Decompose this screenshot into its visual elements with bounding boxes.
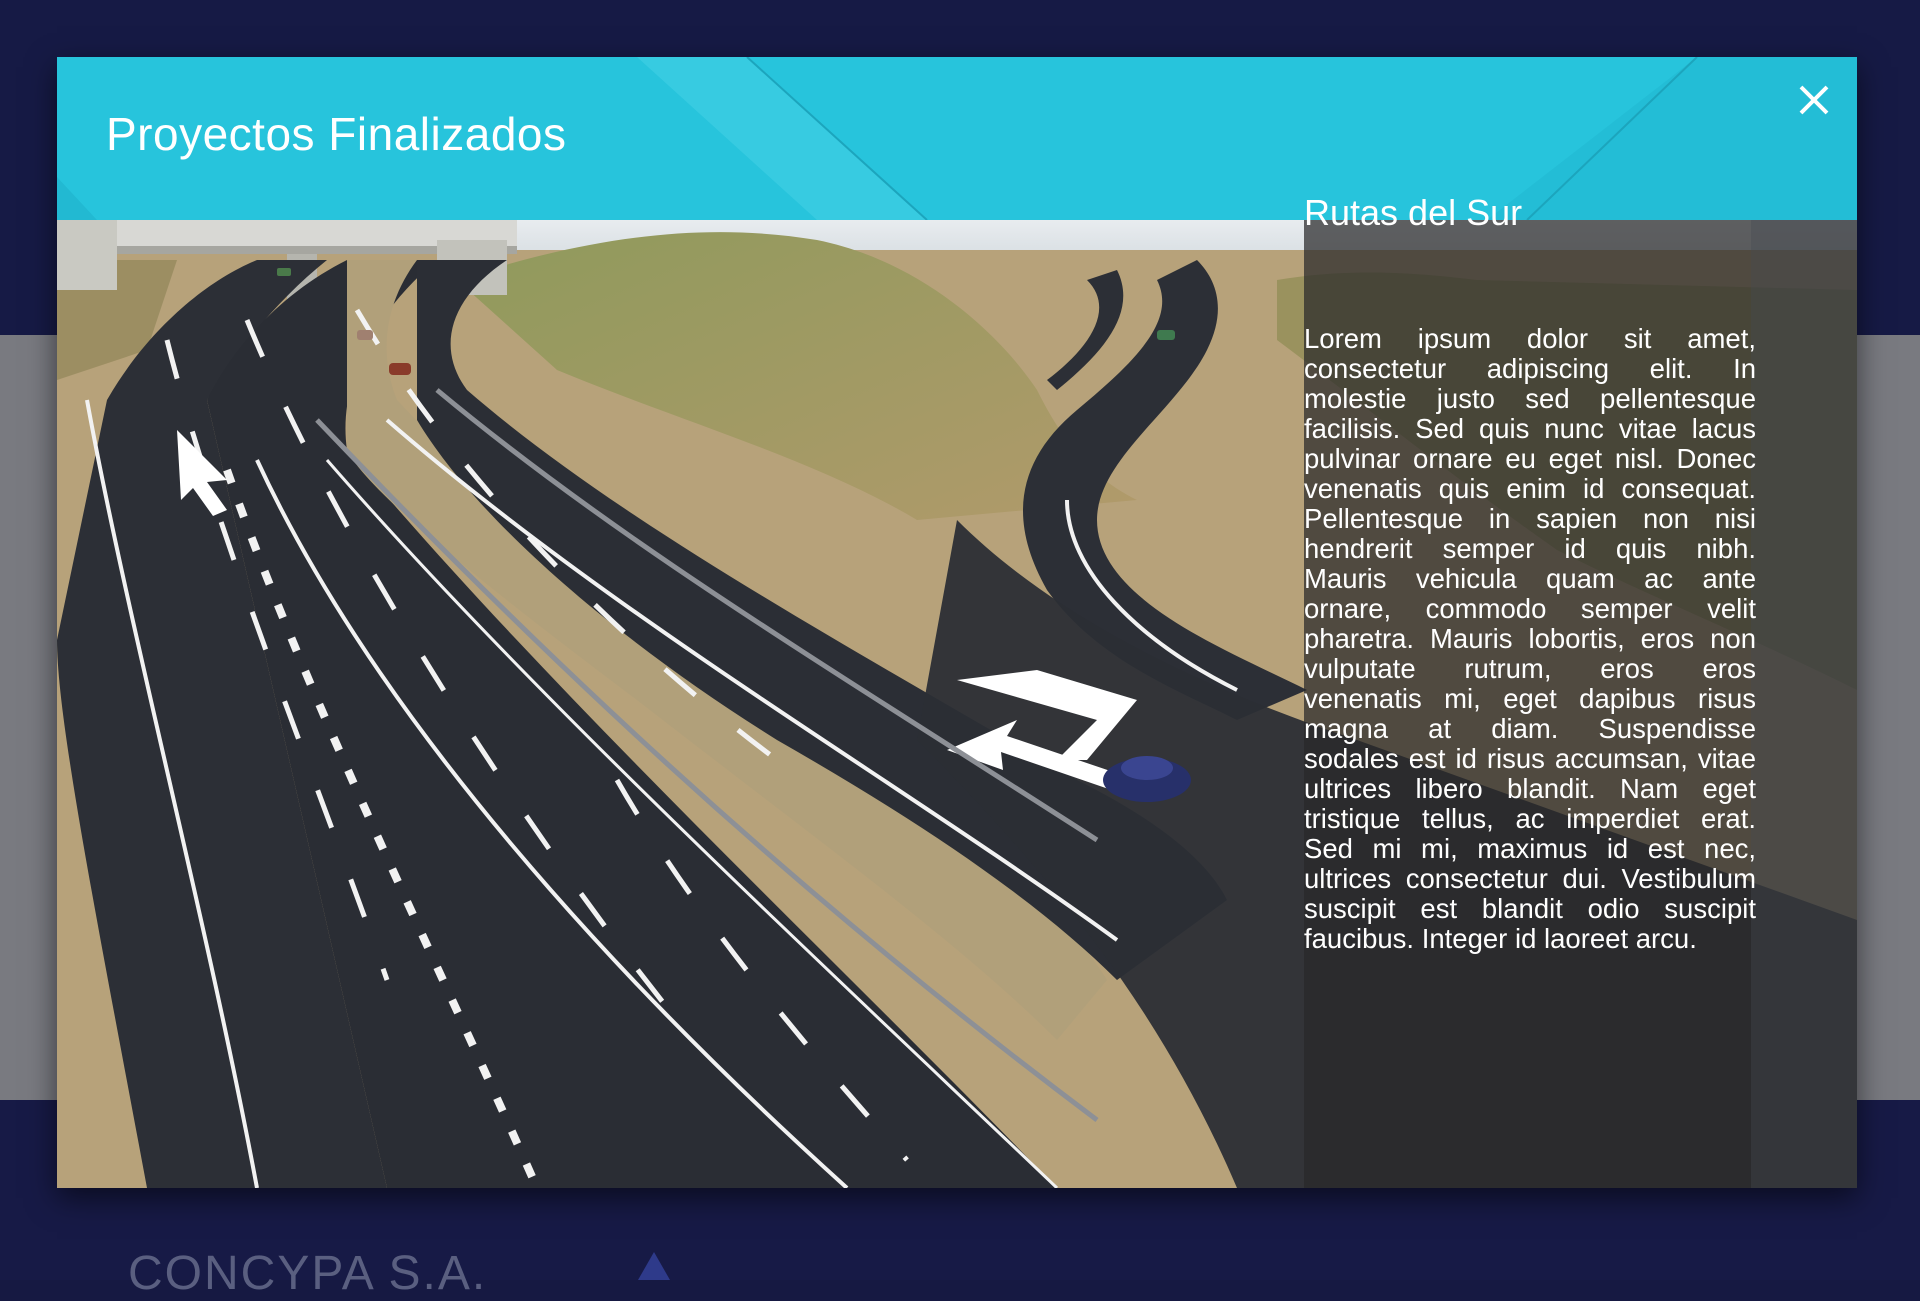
close-button[interactable] <box>1795 81 1833 119</box>
background-company-name: CONCYPA S.A. <box>128 1247 488 1300</box>
project-description: Lorem ipsum dolor sit amet, consectetur … <box>1304 323 1756 954</box>
modal-title: Proyectos Finalizados <box>106 108 567 160</box>
project-title: Rutas del Sur <box>1304 192 1523 233</box>
panel-edge-strip <box>1751 220 1857 1188</box>
modal-header: Proyectos Finalizados <box>57 57 1857 220</box>
close-icon <box>1799 85 1829 115</box>
background-logo-icon <box>638 1252 670 1280</box>
